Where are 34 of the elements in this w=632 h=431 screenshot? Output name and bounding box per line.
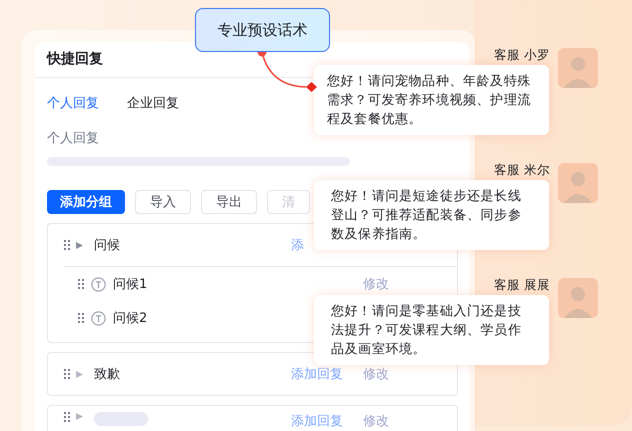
toolbar-button[interactable]: 导入 — [135, 190, 191, 214]
caret-icon[interactable] — [76, 240, 83, 250]
section-label: 个人回复 — [47, 130, 99, 147]
toolbar-button[interactable]: 清 — [267, 190, 310, 214]
action-link[interactable]: 修改 — [363, 365, 389, 383]
text-type-icon — [91, 310, 106, 326]
avatar-placeholder — [558, 163, 598, 203]
tab[interactable]: 企业回复 — [127, 94, 179, 112]
action-link[interactable]: 添 — [291, 236, 304, 254]
drag-handle-icon[interactable] — [64, 240, 70, 250]
reply-name: 问候1 — [113, 276, 148, 293]
tab[interactable]: 个人回复 — [47, 94, 99, 112]
drag-handle-icon[interactable] — [78, 279, 84, 289]
action-link[interactable]: 添加回复 — [291, 365, 343, 383]
text-type-icon — [91, 276, 106, 292]
toolbar-button[interactable]: 导出 — [201, 190, 257, 214]
drag-handle-icon[interactable] — [64, 369, 70, 379]
avatar-placeholder — [558, 48, 598, 88]
group-name: 问候 — [94, 237, 120, 254]
agent-name: 客服 米尔 — [494, 162, 550, 179]
drag-handle-icon[interactable] — [64, 412, 70, 422]
avatar-placeholder — [558, 278, 598, 318]
agent-name: 客服 小罗 — [494, 47, 550, 64]
action-link[interactable]: 修改 — [363, 412, 389, 430]
action-link[interactable]: 修改 — [363, 275, 389, 293]
message-text: 您好！请问是短途徒步还是长线登山？可推荐适配装备、同步参数及保养指南。 — [331, 188, 522, 244]
callout-label: 专业预设话术 — [195, 8, 330, 52]
drag-handle-icon[interactable] — [78, 313, 84, 323]
action-link[interactable]: 添加回复 — [291, 412, 343, 430]
toolbar-button[interactable]: 添加分组 — [47, 190, 125, 214]
agent-name: 客服 展展 — [494, 277, 550, 294]
group-name: 致歉 — [94, 366, 120, 383]
message-text: 您好！请问是零基础入门还是技法提升？可发课程大纲、学员作品及画室环境。 — [331, 303, 522, 359]
reply-name: 问候2 — [113, 310, 148, 327]
